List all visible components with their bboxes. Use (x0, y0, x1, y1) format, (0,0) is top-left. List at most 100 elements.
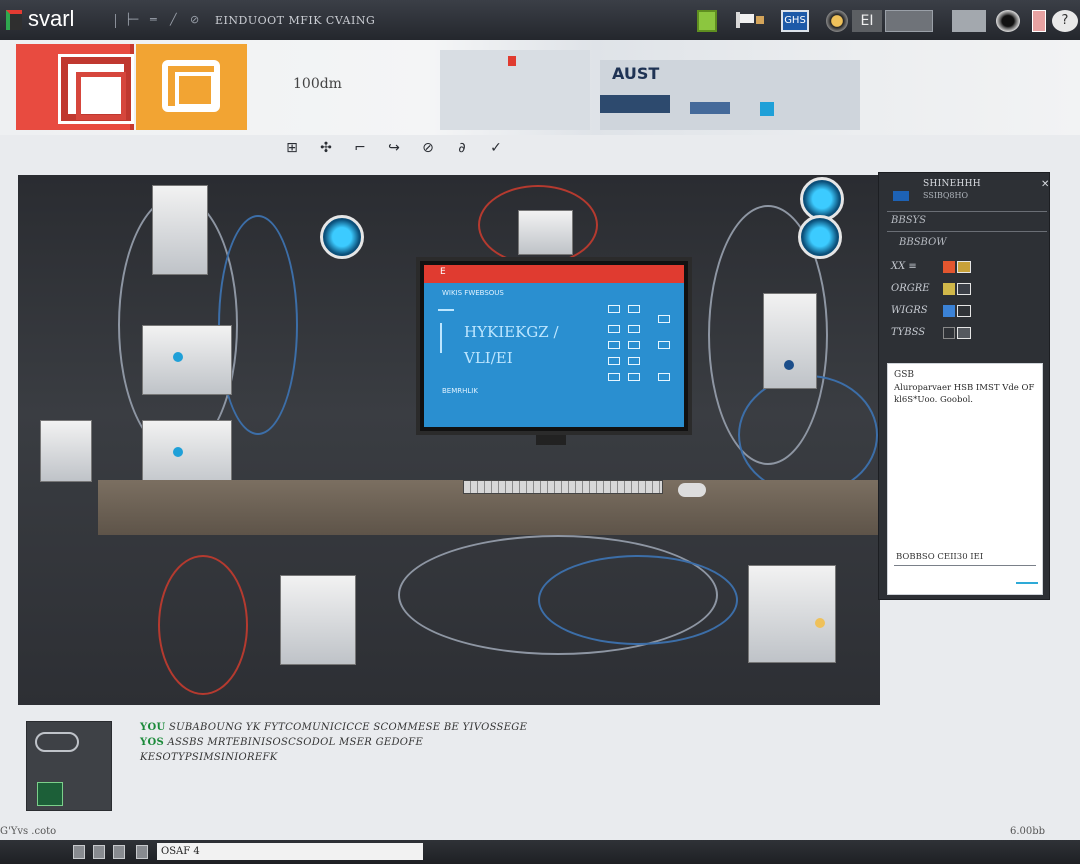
mouse-image (678, 483, 706, 497)
card-input[interactable]: BOBBSO CEII30 IEI (894, 550, 1036, 566)
monitor-screen: WIKIS FWEBSOUS HYKIEKGZ / VLI/EI BEMRHLI… (424, 283, 684, 427)
card-body: Aluroparvaer HSB IMST Vde OF kl6S*Uoo. G… (894, 383, 1035, 405)
equipment-box (763, 293, 817, 389)
title-separator (115, 14, 116, 28)
divider (887, 211, 1047, 212)
section-label: BBSYS (891, 215, 926, 226)
property-label: ORGRE (891, 283, 930, 294)
status-button[interactable] (93, 845, 105, 859)
cable (158, 555, 248, 695)
property-row[interactable]: XX ≡ (891, 259, 1041, 277)
canvas-image[interactable]: E WIKIS FWEBSOUS HYKIEKGZ / VLI/EI BEMRH… (18, 175, 880, 705)
monitor-heading: WIKIS FWEBSOUS (442, 289, 504, 297)
property-label: TYBSS (891, 327, 926, 338)
workspace: E WIKIS FWEBSOUS HYKIEKGZ / VLI/EI BEMRH… (0, 160, 1080, 720)
grid-icon[interactable]: ⊞ (285, 140, 299, 156)
link-icon (35, 732, 79, 752)
status-field[interactable]: OSAF 4 (157, 843, 423, 860)
banner-graphic (508, 56, 516, 66)
status-button[interactable] (73, 845, 85, 859)
equipment-box (142, 325, 232, 395)
frame-tool-button[interactable] (16, 44, 134, 130)
options-button[interactable]: ? (1052, 10, 1078, 32)
equipment-box (518, 210, 573, 255)
green-square-button[interactable] (697, 10, 717, 32)
property-swatch[interactable] (943, 261, 955, 273)
section-label: BBSBOW (899, 237, 947, 248)
card-title: GSB (894, 370, 914, 380)
thumbnail[interactable] (26, 721, 112, 811)
window-title: EINDUOOT MFIK CVAING (215, 14, 376, 27)
property-row[interactable]: WIGRS (891, 303, 1041, 321)
banner-graphic (760, 102, 774, 116)
property-chip[interactable] (957, 283, 971, 295)
flag-icon[interactable] (734, 10, 764, 32)
move-icon[interactable]: ✣ (319, 140, 333, 156)
curve-icon[interactable]: ∂ (455, 140, 469, 156)
monitor-big-text: HYKIEKGZ / VLI/EI (464, 323, 559, 367)
window-tool-icon[interactable]: ╱ (170, 13, 177, 26)
equipment-box (280, 575, 356, 665)
monitor-stand (536, 435, 566, 445)
dial-icon[interactable] (826, 10, 848, 32)
status-left: G'Yvs .coto (0, 826, 57, 837)
status-button[interactable] (136, 845, 148, 859)
check-icon[interactable]: ✓ (489, 140, 503, 156)
property-chip[interactable] (957, 305, 971, 317)
crop-icon (162, 60, 220, 112)
close-icon[interactable]: ✕ (1041, 179, 1049, 190)
info-line: KESOTYPSIMSINIOREFK (140, 752, 278, 763)
panel-toggle-button[interactable] (885, 10, 933, 32)
window-tool-icon[interactable]: ⊘ (190, 13, 199, 26)
crop-tool-button[interactable] (136, 44, 247, 130)
qr-icon (37, 782, 63, 806)
property-swatch[interactable] (943, 327, 955, 339)
color-chip-button[interactable] (1032, 10, 1046, 32)
side-panel-header: SHINEHHH SSIBQ8HO ✕ (887, 177, 1049, 207)
cable (538, 555, 738, 645)
app-name: svarl (28, 6, 75, 31)
record-knob-button[interactable] (996, 10, 1020, 32)
panel-icon (893, 191, 909, 201)
divider (887, 231, 1047, 232)
progress-indicator (952, 10, 986, 32)
screen-icon-grid (608, 305, 678, 395)
corner-icon[interactable]: ⌐ (353, 140, 367, 156)
screen-line (438, 309, 454, 311)
equipment-box (152, 185, 208, 275)
window-tool-icon[interactable]: ├─ (125, 13, 138, 26)
property-swatch[interactable] (943, 305, 955, 317)
side-panel-title: SHINEHHH (923, 179, 981, 189)
info-text: SUBABOUNG YK FYTCOMUNICICCE SCOMMESE BE … (168, 722, 528, 733)
redo-icon[interactable]: ↪ (387, 140, 401, 156)
info-text: KESOTYPSIMSINIOREFK (140, 752, 278, 763)
side-panel: SHINEHHH SSIBQ8HO ✕ BBSYS BBSBOW XX ≡ OR… (878, 172, 1050, 600)
info-text: ASSBS MRTEBINISOSCSODOL MSER GEDOFE (167, 737, 424, 748)
camera-icon (320, 215, 364, 259)
property-row[interactable]: ORGRE (891, 281, 1041, 299)
equipment-box (748, 565, 836, 663)
camera-icon (798, 215, 842, 259)
gadget-button[interactable]: EI (852, 10, 882, 32)
monitor-footer: BEMRHLIK (442, 387, 478, 395)
properties-card: GSB Aluroparvaer HSB IMST Vde OF kl6S*Uo… (887, 363, 1043, 595)
info-prefix: YOU (140, 722, 166, 733)
info-line: YOU SUBABOUNG YK FYTCOMUNICICCE SCOMMESE… (140, 722, 527, 733)
monitor-bar-label: E (440, 267, 446, 277)
title-bar: svarl ├─ ═ ╱ ⊘ EINDUOOT MFIK CVAING GHS … (0, 0, 1080, 40)
card-accent (1016, 582, 1038, 584)
property-row[interactable]: TYBSS (891, 325, 1041, 343)
status-button[interactable] (113, 845, 125, 859)
property-chip[interactable] (957, 261, 971, 273)
cable (738, 375, 878, 495)
side-panel-subtitle: SSIBQ8HO (923, 191, 969, 200)
status-right: 6.00bb (1010, 826, 1046, 837)
info-prefix: YOS (140, 737, 164, 748)
property-chip[interactable] (957, 327, 971, 339)
window-tool-icon[interactable]: ═ (150, 13, 157, 26)
toolbar-badge-button[interactable]: GHS (781, 10, 809, 32)
monitor-image: E WIKIS FWEBSOUS HYKIEKGZ / VLI/EI BEMRH… (416, 257, 692, 435)
mini-toolbar: ⊞ ✣ ⌐ ↪ ⊘ ∂ ✓ (285, 140, 503, 156)
circle-slash-icon[interactable]: ⊘ (421, 140, 435, 156)
property-swatch[interactable] (943, 283, 955, 295)
